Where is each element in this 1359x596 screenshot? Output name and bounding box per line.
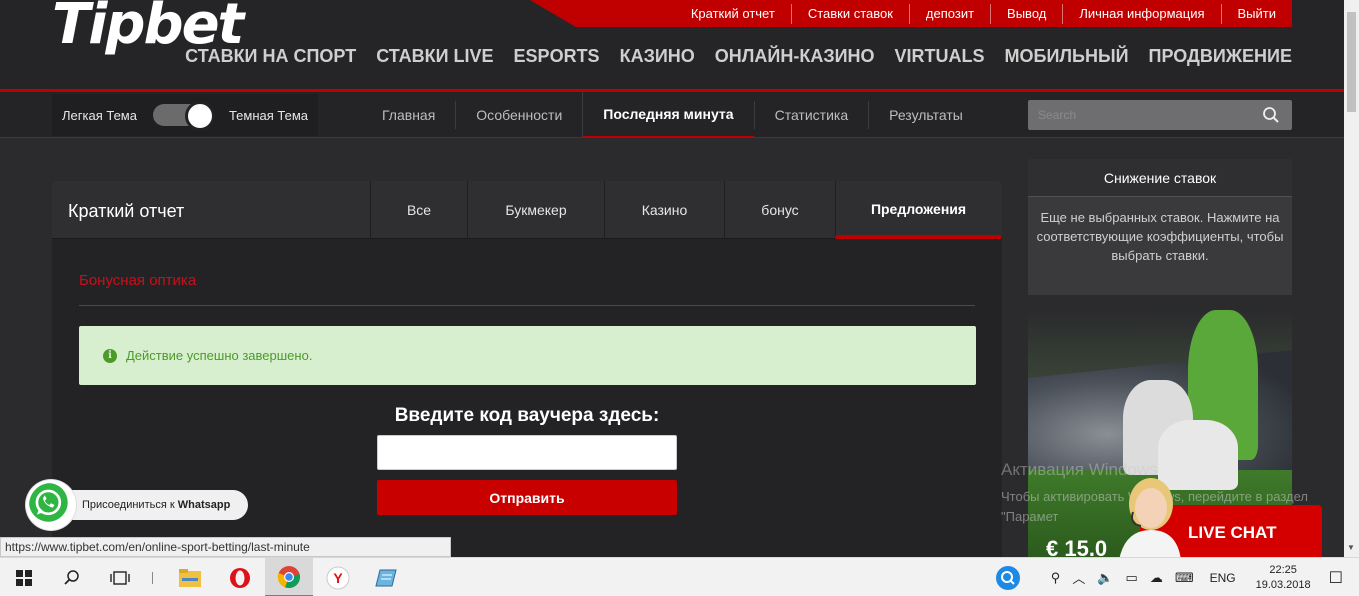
- windows-logo-icon: [16, 569, 32, 586]
- site-header: Tipbet Краткий отчет Ставки ставок депоз…: [0, 0, 1344, 92]
- betslip-empty-text: Еще не выбранных ставок. Нажмите на соот…: [1036, 210, 1284, 263]
- sub-nav: Легкая Тема Темная Тема Главная Особенно…: [0, 92, 1344, 138]
- chrome-icon: [277, 565, 300, 588]
- sub-tabs: Главная Особенности Последняя минута Ста…: [362, 92, 983, 138]
- search-box: [1028, 100, 1292, 130]
- tray-expand-icon[interactable]: ︿: [1072, 568, 1085, 587]
- submit-button[interactable]: Отправить: [377, 480, 677, 515]
- taskbar-yandex[interactable]: Y: [314, 558, 362, 596]
- windows-taskbar: Y ⚲ ︿ 🔈 ▭ ☁ ⌨ ENG 22:25 19.03.2018 ☐: [0, 557, 1359, 596]
- nav-casino[interactable]: КАЗИНО: [620, 46, 695, 67]
- subtab-features[interactable]: Особенности: [455, 101, 582, 129]
- bonus-heading: Бонусная оптика: [79, 272, 197, 289]
- nav-live-betting[interactable]: СТАВКИ LIVE: [376, 46, 493, 67]
- task-view-button[interactable]: [96, 558, 144, 596]
- whatsapp-name: Whatsapp: [177, 499, 231, 511]
- panel-title: Краткий отчет: [68, 201, 185, 221]
- account-links-bar: Краткий отчет Ставки ставок депозит Выво…: [530, 0, 1292, 27]
- taskbar-explorer[interactable]: [166, 558, 214, 596]
- nav-promotions[interactable]: ПРОДВИЖЕНИЕ: [1149, 46, 1292, 67]
- link-withdraw[interactable]: Вывод: [990, 3, 1062, 24]
- start-button[interactable]: [0, 558, 48, 596]
- tab-all[interactable]: Все: [370, 181, 467, 239]
- theme-switch: Легкая Тема Темная Тема: [52, 94, 318, 136]
- panel-header: Краткий отчет Все Букмекер Казино бонус …: [52, 181, 1002, 239]
- link-deposit[interactable]: депозит: [908, 3, 990, 24]
- clock-date: 19.03.2018: [1255, 578, 1311, 591]
- scroll-down-arrow-icon[interactable]: ▼: [1347, 543, 1355, 552]
- volume-icon[interactable]: 🔈: [1097, 570, 1113, 586]
- page-scrollbar[interactable]: ▼: [1344, 0, 1359, 557]
- cortana-search-icon[interactable]: [995, 565, 1021, 591]
- whatsapp-join-pill[interactable]: Присоединиться к Whatsapp: [58, 490, 248, 520]
- main-nav: СТАВКИ НА СПОРТ СТАВКИ LIVE ESPORTS КАЗИ…: [185, 46, 1292, 67]
- panel-tabs: Все Букмекер Казино бонус Предложения: [370, 181, 1001, 239]
- chat-agent-avatar: [1119, 478, 1181, 560]
- search-input[interactable]: [1028, 100, 1248, 130]
- nav-mobile[interactable]: МОБИЛЬНЫЙ: [1005, 46, 1129, 67]
- whatsapp-prefix: Присоединиться к: [82, 499, 175, 511]
- taskbar-chrome[interactable]: [265, 558, 313, 596]
- taskbar-search-icon: [64, 569, 79, 585]
- success-alert: i Действие успешно завершено.: [79, 326, 976, 385]
- tab-offers[interactable]: Предложения: [835, 181, 1001, 239]
- people-icon[interactable]: ⚲: [1051, 570, 1061, 586]
- language-indicator[interactable]: ENG: [1210, 571, 1236, 585]
- subtab-last-minute[interactable]: Последняя минута: [582, 92, 754, 138]
- tab-casino[interactable]: Казино: [604, 181, 724, 239]
- link-personal-info[interactable]: Личная информация: [1062, 3, 1220, 24]
- taskbar-search-button[interactable]: [48, 558, 96, 596]
- taskbar-separator: [152, 572, 153, 584]
- task-view-icon: [110, 570, 130, 585]
- voucher-label: Введите код ваучера здесь:: [394, 405, 660, 426]
- system-tray: ⚲ ︿ 🔈 ▭ ☁ ⌨ ENG 22:25 19.03.2018 ☐: [995, 558, 1359, 596]
- svg-text:Y: Y: [333, 570, 343, 586]
- file-explorer-icon: [179, 568, 201, 587]
- nav-esports[interactable]: ESPORTS: [514, 46, 600, 67]
- scrollbar-thumb[interactable]: [1347, 12, 1356, 112]
- link-bets[interactable]: Ставки ставок: [790, 3, 909, 24]
- yandex-browser-icon: Y: [326, 566, 350, 589]
- theme-dark-label: Темная Тема: [228, 107, 309, 123]
- theme-light-label: Легкая Тема: [62, 107, 137, 123]
- betslip: Снижение ставок Еще не выбранных ставок.…: [1028, 159, 1292, 295]
- nav-sports-betting[interactable]: СТАВКИ НА СПОРТ: [185, 46, 356, 67]
- whatsapp-icon[interactable]: [26, 480, 76, 530]
- clock[interactable]: 22:25 19.03.2018: [1256, 563, 1311, 593]
- opera-icon: [230, 567, 250, 588]
- taskbar-opera[interactable]: [216, 558, 264, 596]
- onedrive-icon[interactable]: ☁: [1150, 570, 1163, 586]
- taskbar-app[interactable]: [362, 558, 410, 596]
- network-icon[interactable]: ▭: [1126, 570, 1138, 586]
- tab-bookmaker[interactable]: Букмекер: [467, 181, 604, 239]
- subtab-statistics[interactable]: Статистика: [753, 101, 869, 129]
- alert-text: Действие успешно завершено.: [126, 348, 313, 363]
- betslip-title: Снижение ставок: [1028, 159, 1292, 197]
- clock-time: 22:25: [1269, 563, 1297, 576]
- link-summary[interactable]: Краткий отчет: [675, 4, 791, 24]
- voucher-input[interactable]: [377, 435, 677, 470]
- subtab-home[interactable]: Главная: [362, 101, 455, 129]
- notifications-icon[interactable]: ☐: [1329, 568, 1343, 588]
- divider: [79, 305, 975, 306]
- notepad-app-icon: [375, 569, 397, 586]
- link-logout[interactable]: Выйти: [1220, 3, 1293, 24]
- subtab-results[interactable]: Результаты: [868, 101, 983, 129]
- nav-online-casino[interactable]: ОНЛАЙН-КАЗИНО: [715, 46, 875, 67]
- search-icon[interactable]: [1262, 106, 1280, 124]
- status-url: https://www.tipbet.com/en/online-sport-b…: [0, 537, 451, 557]
- info-icon: i: [103, 348, 117, 363]
- nav-virtuals[interactable]: VIRTUALS: [895, 46, 985, 67]
- keyboard-icon[interactable]: ⌨: [1175, 570, 1194, 586]
- theme-toggle[interactable]: [152, 101, 215, 131]
- tab-bonus[interactable]: бонус: [724, 181, 835, 239]
